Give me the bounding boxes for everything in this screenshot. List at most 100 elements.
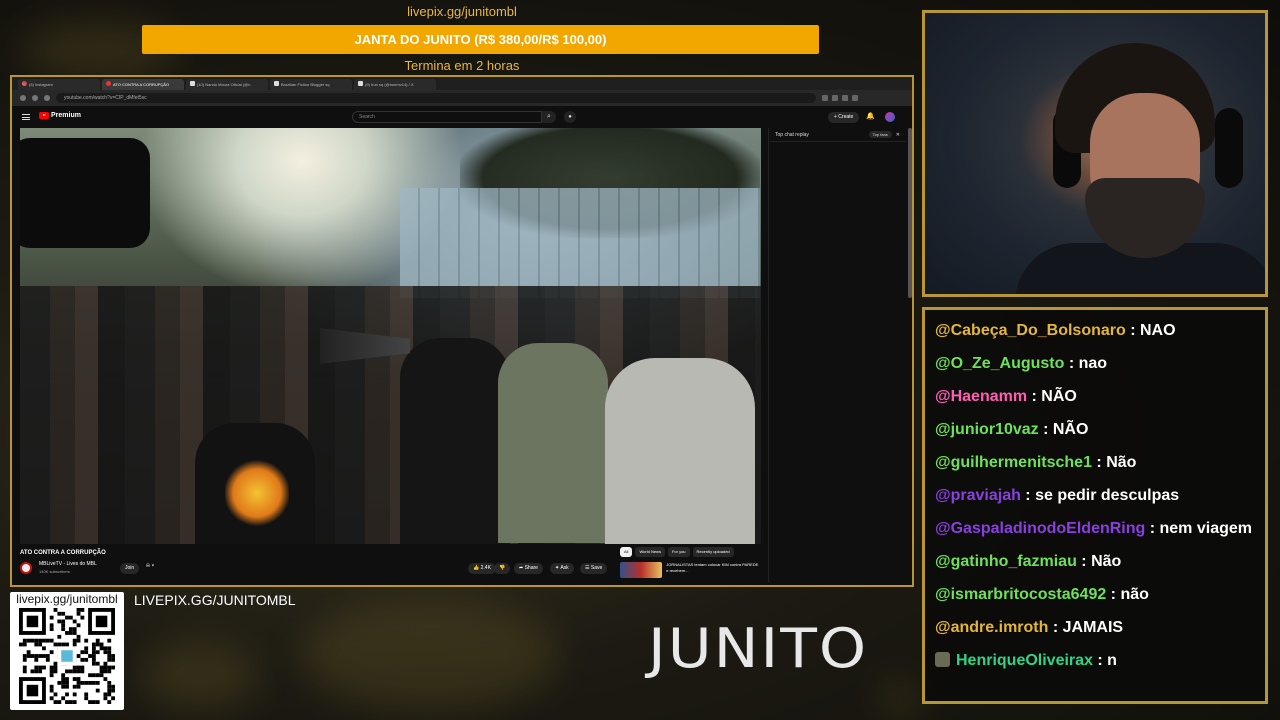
chip-recently-uploaded[interactable]: Recently uploaded — [692, 547, 734, 557]
chat-text: JAMAIS — [1062, 619, 1124, 636]
microphone-icon[interactable]: ● — [564, 111, 576, 123]
chat-username: @junior10vaz — [935, 421, 1039, 438]
chat-separator: : — [1020, 487, 1036, 504]
tab-strip: (8) Instagram ATO CONTRA A CORRUPÇÃO (10… — [12, 77, 912, 90]
forward-icon[interactable] — [32, 95, 38, 101]
extension-icons — [822, 95, 858, 101]
chat-username: @Haenamm — [935, 388, 1028, 405]
youtube-live-chat: Top chat replay Top fans ✕ — [768, 128, 906, 583]
browser-tab[interactable]: Brazilian Fiction Blogger sq — [270, 79, 352, 90]
browser-tab[interactable]: (10) Nando Moura Oficial (@n — [186, 79, 268, 90]
chat-message: @praviajah : se pedir desculpas — [935, 479, 1257, 512]
search-icon[interactable]: ⌕ — [542, 111, 556, 123]
chat-text: se pedir desculpas — [1035, 487, 1180, 504]
chat-text: não — [1120, 586, 1149, 603]
video-frame-detail — [20, 138, 150, 248]
join-button[interactable]: Join — [120, 563, 140, 574]
chip-for-you[interactable]: For you — [667, 547, 690, 557]
chat-message: @Cabeça_Do_Bolsonaro : NAO — [935, 314, 1257, 347]
reload-icon[interactable] — [44, 95, 50, 101]
stream-chat: @Cabeça_Do_Bolsonaro : NAO @O_Ze_Augusto … — [922, 307, 1268, 704]
qr-code-box: livepix.gg/junitombl — [10, 592, 124, 710]
extension-icon[interactable] — [842, 95, 848, 101]
ask-button[interactable]: ✦ Ask — [550, 563, 574, 574]
like-button[interactable]: 👍 2.4K — [468, 563, 496, 574]
save-button[interactable]: ☰ Save — [580, 563, 608, 574]
qr-url: livepix.gg/junitombl — [16, 592, 118, 606]
chat-text: Não — [1106, 454, 1137, 471]
chat-separator: : — [1092, 652, 1108, 669]
chat-username: HenriqueOliveirax — [956, 652, 1093, 669]
extension-icon[interactable] — [822, 95, 828, 101]
chat-separator: : — [1064, 355, 1079, 372]
chat-text: Não — [1091, 553, 1122, 570]
donation-url: livepix.gg/junitombl — [407, 4, 517, 19]
recommended-title: JORNALISTAS tentam colocar KIM contra PA… — [666, 562, 759, 573]
chat-message: @O_Ze_Augusto : nao — [935, 347, 1257, 380]
chat-text: nao — [1078, 355, 1108, 372]
chat-mode-dropdown[interactable]: Top chat replay — [775, 132, 809, 138]
search-input[interactable]: Search — [352, 111, 542, 123]
chat-message: @ismarbritocosta6492 : não — [935, 578, 1257, 611]
chat-separator: : — [1091, 454, 1107, 471]
x-icon — [190, 81, 195, 86]
chat-username: @O_Ze_Augusto — [935, 355, 1065, 372]
avatar[interactable] — [885, 112, 895, 122]
youtube-header: Premium Search ⌕ ● + Create 🔔 — [12, 106, 912, 128]
chat-message: @junior10vaz : NÃO — [935, 413, 1257, 446]
create-button[interactable]: + Create — [828, 112, 860, 123]
donation-ends-label: Termina em 2 horas — [404, 58, 520, 73]
back-icon[interactable] — [20, 95, 26, 101]
video-player[interactable] — [20, 128, 761, 544]
video-title: ATO CONTRA A CORRUPÇÃO — [20, 550, 106, 556]
share-button[interactable]: ➦ Share — [514, 563, 543, 574]
hamburger-icon[interactable] — [22, 114, 30, 120]
youtube-icon — [106, 81, 111, 86]
chat-text: NÃO — [1041, 388, 1077, 405]
chat-username: @praviajah — [935, 487, 1021, 504]
chat-message: @GaspaladinodoEldenRing : nem viagem — [935, 512, 1257, 545]
notifications-icon[interactable]: 🔔 — [866, 112, 875, 120]
x-icon — [358, 81, 363, 86]
chat-username: @GaspaladinodoEldenRing — [935, 520, 1146, 537]
chat-separator: : — [1145, 520, 1160, 537]
instagram-icon — [22, 81, 27, 86]
scrollbar[interactable] — [908, 128, 912, 298]
browser-tab[interactable]: (9) Irun sq (@irunmv14) / X — [354, 79, 436, 90]
menu-icon[interactable] — [852, 95, 858, 101]
browser-tab-active[interactable]: ATO CONTRA A CORRUPÇÃO — [102, 79, 184, 90]
browser-tab[interactable]: (8) Instagram — [18, 79, 100, 90]
video-frame-detail — [400, 338, 510, 544]
top-fans-pill[interactable]: Top fans — [868, 131, 892, 138]
video-meta: ATO CONTRA A CORRUPÇÃO MBLiveTV - Lives … — [20, 547, 760, 585]
video-frame-detail — [225, 458, 289, 528]
video-frame-detail — [605, 358, 755, 544]
chat-header: Top chat replay Top fans ✕ — [769, 128, 906, 142]
youtube-logo[interactable]: Premium — [39, 112, 81, 119]
chat-separator: : — [1038, 421, 1053, 438]
chat-username: @guilhermenitsche1 — [935, 454, 1092, 471]
extension-icon[interactable] — [832, 95, 838, 101]
chat-message: @Haenamm : NÃO — [935, 380, 1257, 413]
livepix-link: LIVEPIX.GG/JUNITOMBL — [134, 592, 296, 608]
chip-world-news[interactable]: World News — [635, 547, 665, 557]
dislike-button[interactable]: 👎 — [494, 563, 511, 574]
channel-avatar[interactable] — [20, 562, 32, 574]
chip-all[interactable]: All — [620, 547, 633, 557]
chat-text: NAO — [1139, 322, 1176, 339]
chat-username: @andre.imroth — [935, 619, 1049, 636]
address-bar[interactable]: youtube.com/watch?v=CIP_dMfet5sc — [56, 93, 816, 103]
subscriber-count: 140K subscribers — [39, 569, 70, 574]
close-icon[interactable]: ✕ — [896, 132, 900, 138]
chat-message: @guilhermenitsche1 : Não — [935, 446, 1257, 479]
chat-text: n — [1107, 652, 1117, 669]
chat-username: @Cabeça_Do_Bolsonaro — [935, 322, 1126, 339]
channel-name[interactable]: MBLiveTV - Lives do MBL — [39, 561, 97, 567]
recommendation-chips: All World News For you Recently uploaded — [620, 547, 734, 557]
chat-message: @gatinho_fazmiau : Não — [935, 545, 1257, 578]
chat-message: @andre.imroth : JAMAIS — [935, 611, 1257, 644]
subscribe-bell-icon[interactable]: ⍾ ▾ — [146, 563, 154, 570]
donation-goal-label: JANTA DO JUNITO (R$ 380,00/R$ 100,00) — [354, 32, 607, 47]
recommended-video[interactable]: JORNALISTAS tentam colocar KIM contra PA… — [620, 562, 760, 580]
youtube-play-icon — [39, 112, 49, 119]
